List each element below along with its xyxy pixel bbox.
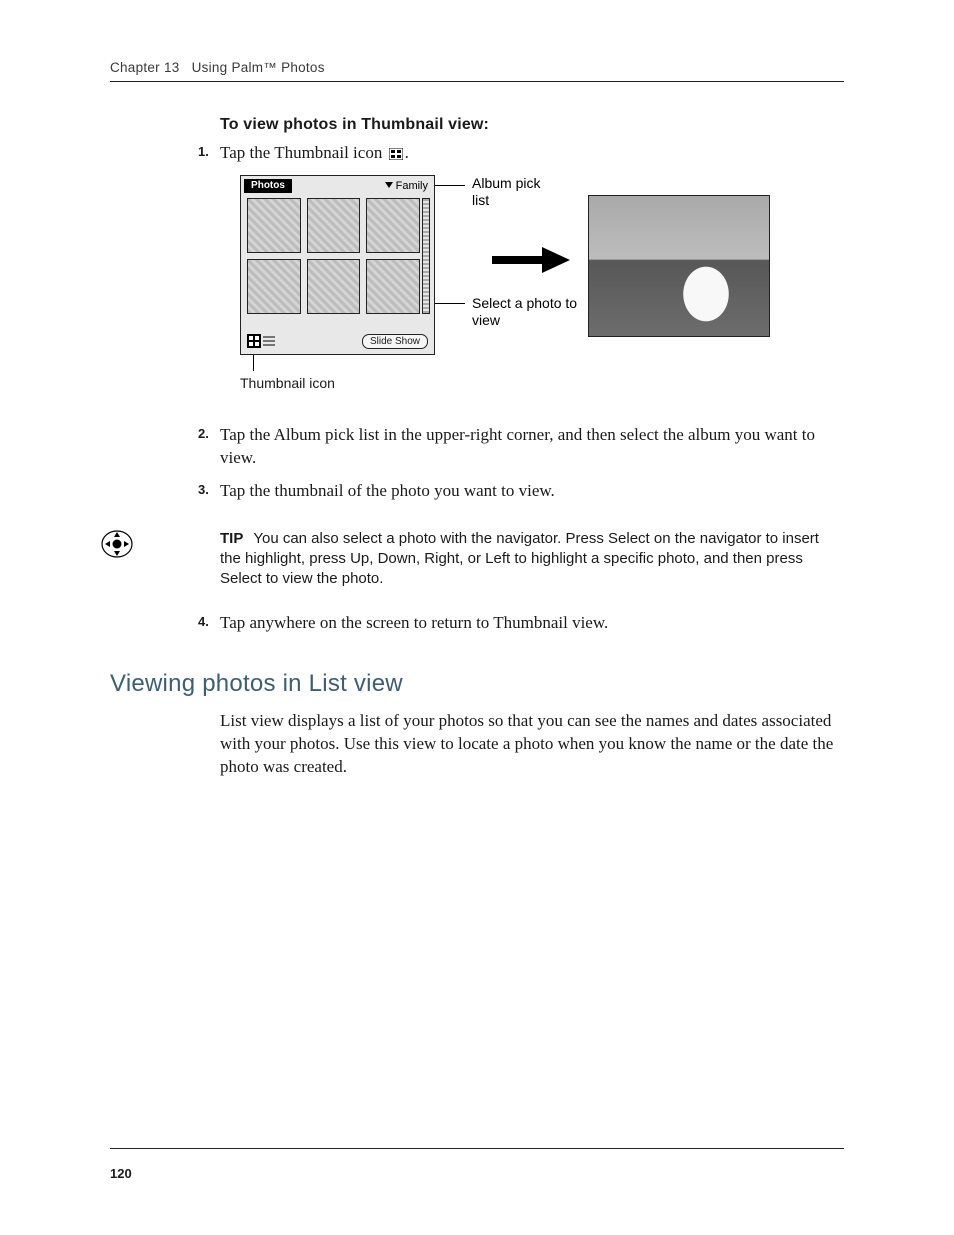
tip-block: TIPYou can also select a photo with the …	[220, 529, 835, 590]
page-number: 120	[110, 1166, 132, 1181]
content-column: To view photos in Thumbnail view: 1. Tap…	[220, 116, 835, 779]
thumbnail	[307, 259, 361, 314]
step-1: 1. Tap the Thumbnail icon .	[220, 142, 835, 165]
callout-line	[253, 355, 254, 371]
callout-text: Select a photo to view	[472, 295, 582, 329]
callout-line	[435, 185, 465, 186]
section-heading: Viewing photos in List view	[110, 670, 835, 698]
view-mode-icons	[247, 334, 277, 348]
caption-thumbnail-icon: Thumbnail icon	[240, 375, 335, 391]
callout-line	[435, 303, 465, 304]
tip-text: TIPYou can also select a photo with the …	[220, 529, 835, 590]
step-number: 1.	[198, 143, 209, 161]
arrow-right-icon	[492, 245, 572, 275]
header-rule	[110, 81, 844, 82]
navigator-icon	[100, 527, 134, 561]
callout-select-photo: Select a photo to view	[472, 295, 582, 329]
tip-label: TIP	[220, 530, 243, 547]
step-text: Tap the Album pick list in the upper-rig…	[220, 425, 815, 467]
step-number: 2.	[198, 425, 209, 443]
step-text: Tap anywhere on the screen to return to …	[220, 613, 608, 632]
step-text: Tap the Thumbnail icon	[220, 143, 387, 162]
footer-rule	[110, 1148, 844, 1149]
slide-show-button: Slide Show	[362, 334, 428, 349]
step-text-after: .	[405, 143, 409, 162]
callout-album-picklist: Album pick list	[472, 175, 542, 209]
step-3: 3. Tap the thumbnail of the photo you wa…	[220, 480, 835, 503]
step-number: 4.	[198, 613, 209, 631]
palm-bottom-bar: Slide Show	[247, 334, 428, 350]
procedure-heading: To view photos in Thumbnail view:	[220, 116, 835, 134]
thumbnail	[307, 198, 361, 253]
picklist-value: Family	[396, 180, 428, 192]
step-2: 2. Tap the Album pick list in the upper-…	[220, 424, 835, 470]
thumbnail	[247, 198, 301, 253]
running-head: Chapter 13 Using Palm™ Photos	[110, 60, 844, 81]
figure: Photos Family	[240, 175, 835, 400]
callout-text: Album pick list	[472, 175, 542, 209]
result-photo	[588, 195, 770, 337]
step-4: 4. Tap anywhere on the screen to return …	[220, 612, 835, 635]
step-number: 3.	[198, 481, 209, 499]
thumbnail-grid-icon	[389, 148, 403, 160]
tip-body: You can also select a photo with the nav…	[220, 530, 819, 588]
thumbnail	[366, 198, 420, 253]
album-picklist: Family	[385, 179, 428, 193]
thumbnail-grid	[247, 198, 420, 314]
palm-app-title: Photos	[244, 179, 292, 193]
page: Chapter 13 Using Palm™ Photos To view ph…	[0, 0, 954, 1235]
step-text: Tap the thumbnail of the photo you want …	[220, 481, 555, 500]
palm-screenshot: Photos Family	[240, 175, 435, 355]
section-paragraph: List view displays a list of your photos…	[220, 710, 835, 779]
chapter-label: Chapter 13	[110, 60, 180, 75]
dropdown-triangle-icon	[385, 182, 393, 188]
chapter-title: Using Palm™ Photos	[192, 60, 325, 75]
thumbnail	[247, 259, 301, 314]
thumbnail	[366, 259, 420, 314]
scrollbar	[422, 198, 430, 314]
